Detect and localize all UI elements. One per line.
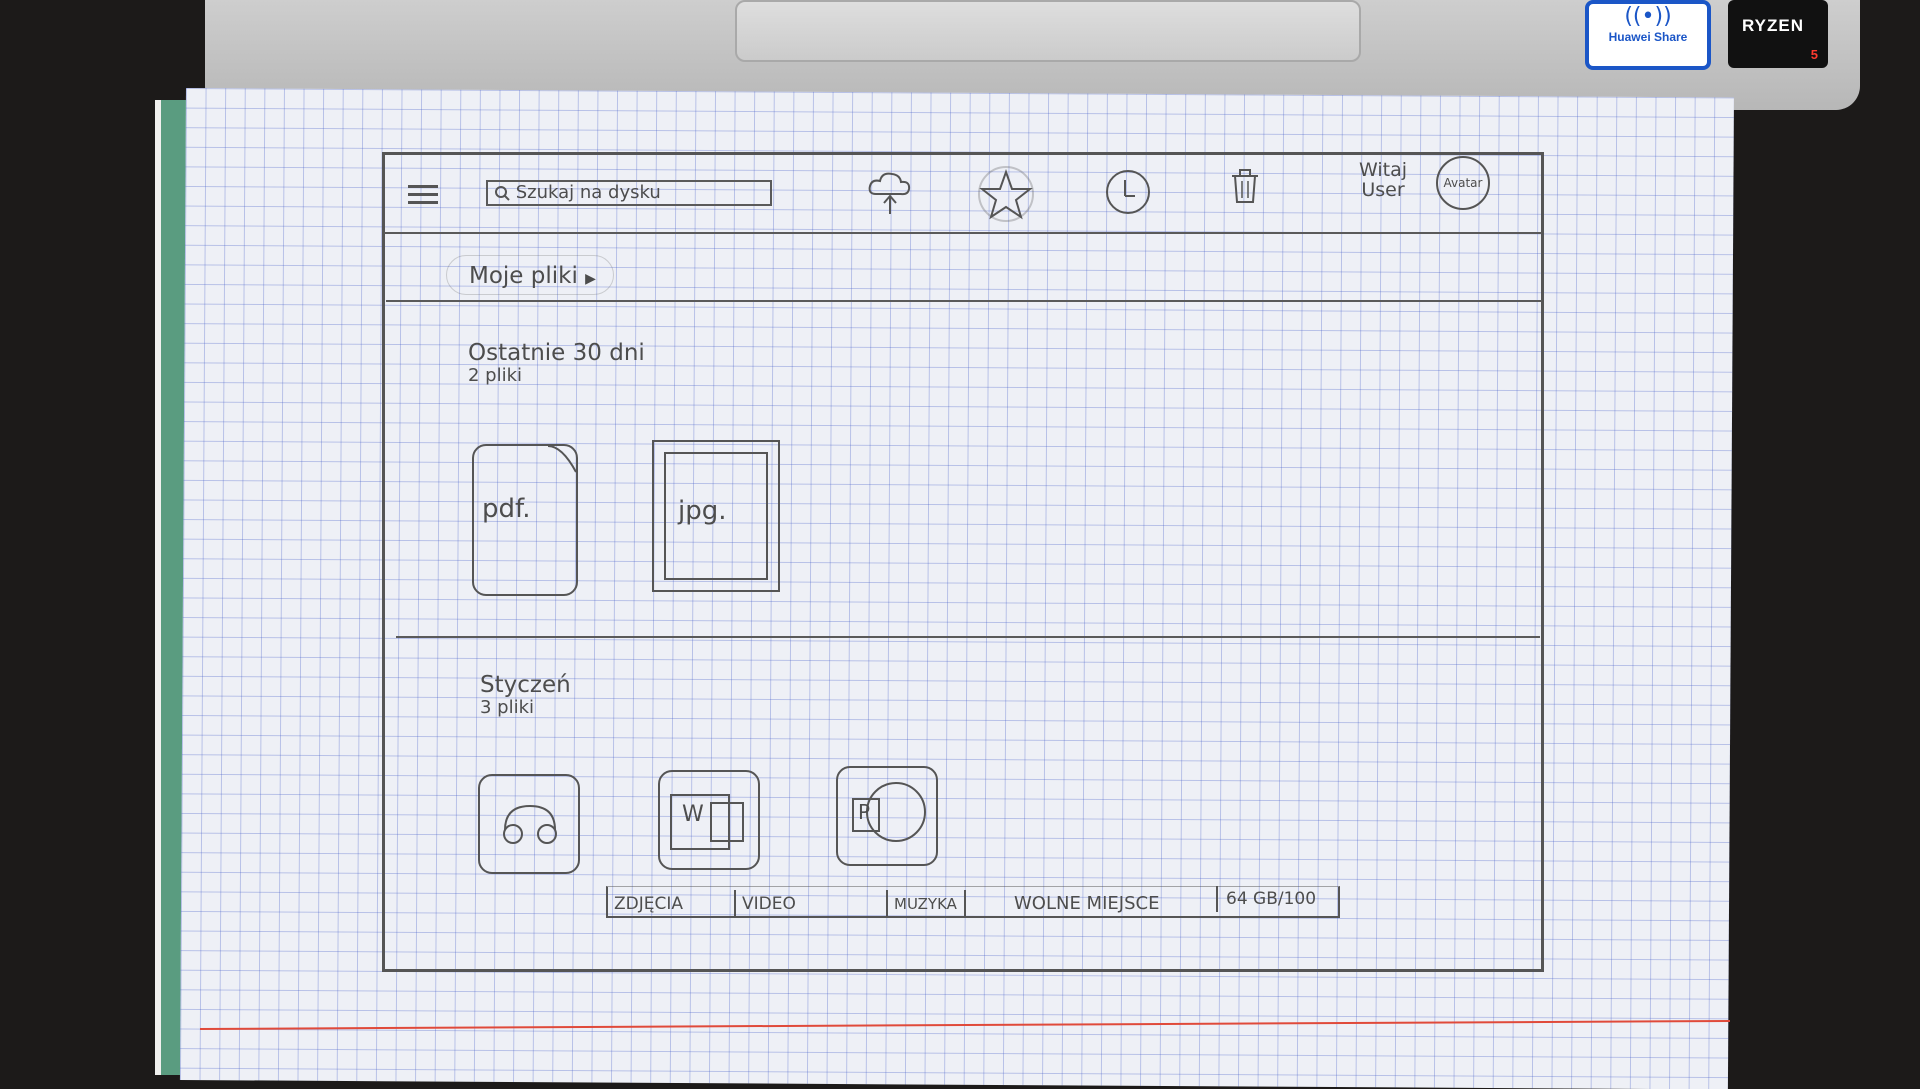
avatar-label: Avatar xyxy=(1443,176,1483,190)
breadcrumb-label: Moje pliki xyxy=(469,263,578,289)
tab-label: ZDJĘCIA xyxy=(614,894,684,914)
tab-photos[interactable]: ZDJĘCIA xyxy=(606,890,734,918)
pdf-file-icon xyxy=(548,445,577,473)
search-placeholder: Szukaj na dysku xyxy=(515,182,661,203)
section-recent: Ostatnie 30 dni 2 pliki xyxy=(468,340,645,386)
section-file-count: 3 pliki xyxy=(480,697,535,718)
storage-label: WOLNE MIEJSCE xyxy=(1014,893,1160,914)
storage-value: 64 GB/100 xyxy=(1226,889,1317,909)
file-type-label: pdf. xyxy=(482,494,531,524)
tab-label: MUZYKA xyxy=(894,895,957,913)
section-file-count: 2 pliki xyxy=(468,365,523,386)
file-tile-audio[interactable] xyxy=(478,774,580,874)
recent-clock-icon[interactable] xyxy=(1104,168,1152,216)
breadcrumb[interactable]: Moje pliki ▶ xyxy=(446,255,614,295)
section-january: Styczeń 3 pliki xyxy=(480,672,571,718)
file-tile-word[interactable]: W xyxy=(658,770,760,870)
tab-label: VIDEO xyxy=(742,894,796,914)
breadcrumb-divider xyxy=(386,300,1542,302)
file-tile-jpg[interactable]: jpg. xyxy=(652,440,780,592)
section-divider xyxy=(396,636,1540,638)
storage-info: WOLNE MIEJSCE xyxy=(1014,890,1159,918)
file-type-label: jpg. xyxy=(678,496,727,526)
file-type-label: W xyxy=(682,802,704,827)
starred-icon[interactable] xyxy=(976,164,1036,224)
wireless-icon: ((•)) xyxy=(1624,4,1672,29)
word-doc-outline xyxy=(710,802,744,842)
header-divider xyxy=(384,232,1542,234)
huawei-sticker-label: Huawei Share xyxy=(1608,30,1688,44)
tab-music[interactable]: MUZYKA xyxy=(886,890,966,918)
user-greeting: Witaj User xyxy=(1350,160,1416,200)
file-tile-pdf[interactable]: pdf. xyxy=(472,444,578,596)
avatar[interactable]: Avatar xyxy=(1436,156,1490,210)
ryzen-sticker-number: 5 xyxy=(1810,47,1818,62)
storage-value-box: 64 GB/100 xyxy=(1216,886,1340,912)
file-tile-powerpoint[interactable]: P xyxy=(836,766,938,866)
huawei-share-sticker: ((•)) Huawei Share xyxy=(1585,0,1711,70)
tab-video[interactable]: VIDEO xyxy=(734,890,886,918)
section-title: Ostatnie 30 dni xyxy=(468,340,645,366)
search-icon xyxy=(495,186,510,201)
chevron-right-icon: ▶ xyxy=(585,271,596,287)
section-title: Styczeń xyxy=(480,672,571,698)
laptop-trackpad xyxy=(735,0,1361,62)
trash-icon[interactable] xyxy=(1230,166,1260,206)
search-input[interactable]: Szukaj na dysku xyxy=(486,180,772,206)
ryzen-sticker: RYZEN 5 xyxy=(1728,0,1828,68)
menu-icon[interactable] xyxy=(408,180,438,212)
file-type-label: P xyxy=(858,800,871,824)
greeting-line-1: Witaj xyxy=(1358,159,1408,181)
cloud-upload-icon[interactable] xyxy=(866,168,914,220)
audio-app-icon xyxy=(503,804,557,844)
ryzen-sticker-label: RYZEN xyxy=(1742,16,1804,35)
greeting-line-2: User xyxy=(1361,179,1405,201)
